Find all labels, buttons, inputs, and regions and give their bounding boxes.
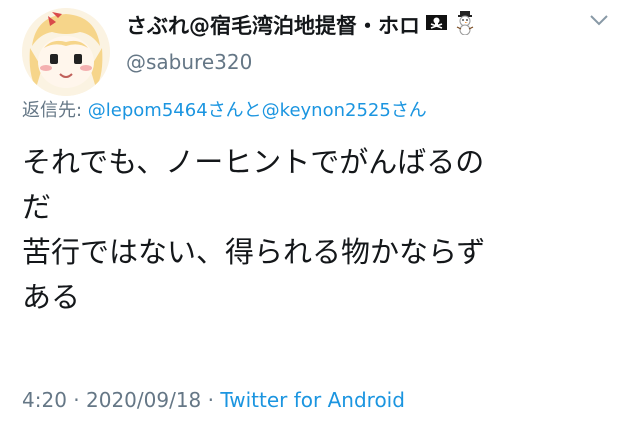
tweet-line: だ: [22, 190, 52, 224]
tweet-text: それでも、ノーヒントでがんばるの だ 苦行ではない、得られる物かならず ある: [22, 140, 612, 320]
tweet-source-link[interactable]: Twitter for Android: [220, 388, 405, 412]
meta-separator: ·: [66, 388, 86, 412]
reply-context: 返信先: @lepom5464さんと@keynon2525さん: [22, 96, 427, 122]
snowman-icon: [454, 10, 476, 40]
reply-conjunction: さん: [390, 100, 427, 121]
more-menu-button[interactable]: [589, 12, 609, 31]
tweet-date[interactable]: 2020/09/18: [86, 388, 201, 412]
anime-girl-avatar-icon: [22, 8, 110, 96]
user-handle[interactable]: @sabure320: [126, 50, 476, 74]
tweet-meta: 4:20 · 2020/09/18 · Twitter for Android: [22, 388, 405, 412]
display-name-row[interactable]: さぶれ@宿毛湾泊地提督・ホロ: [126, 10, 476, 40]
reply-conjunction: さんと: [207, 100, 262, 121]
reply-user-link[interactable]: @lepom5464: [88, 100, 208, 121]
tweet-time[interactable]: 4:20: [22, 388, 67, 412]
reply-user-link[interactable]: @keynon2525: [262, 100, 391, 121]
chevron-down-icon: [590, 15, 608, 26]
meta-separator: ·: [201, 388, 221, 412]
tweet-line: それでも、ノーヒントでがんばるの: [22, 145, 485, 179]
tweet-line: ある: [22, 280, 81, 314]
reply-prefix: 返信先:: [22, 100, 88, 121]
display-name[interactable]: さぶれ@宿毛湾泊地提督・ホロ: [126, 10, 420, 40]
tweet-header: さぶれ@宿毛湾泊地提督・ホロ @sabure320: [126, 10, 476, 74]
tweet-line: 苦行ではない、得られる物かならず: [22, 235, 486, 269]
pirate-flag-icon: [426, 13, 448, 37]
avatar[interactable]: [22, 8, 110, 96]
